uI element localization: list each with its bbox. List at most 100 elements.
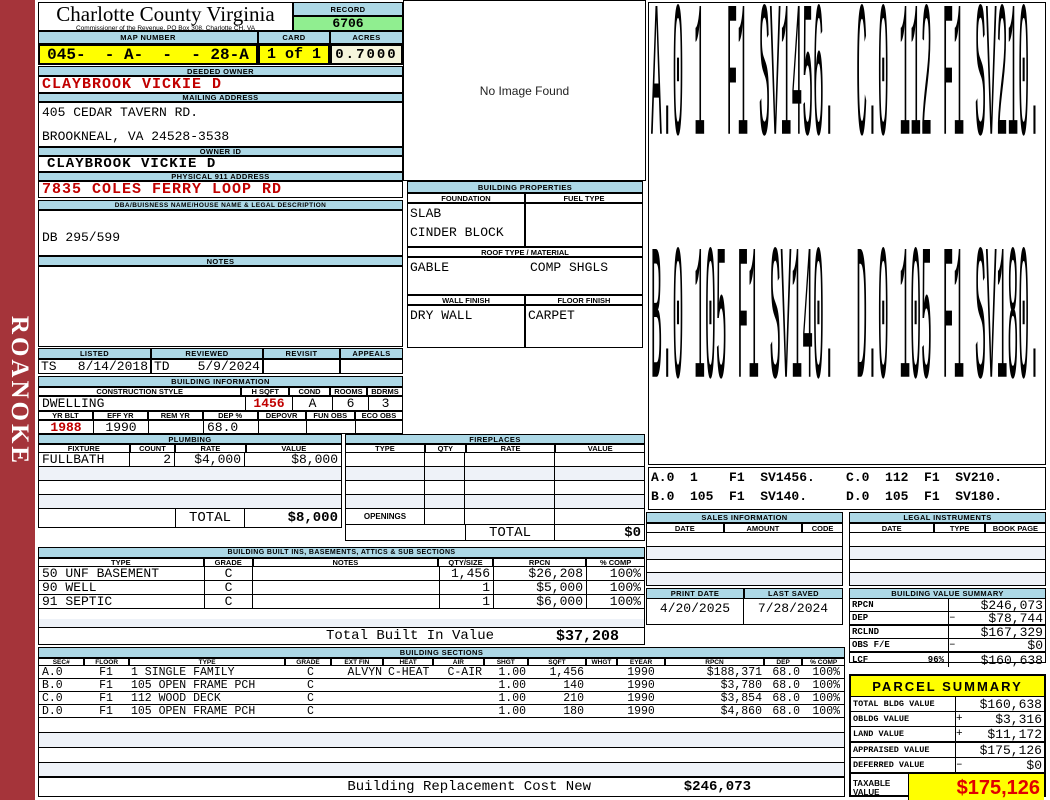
parcel-summary-title: PARCEL SUMMARY xyxy=(851,676,1044,697)
parcel-value: $11,172 xyxy=(987,726,1042,742)
card-value: 1 of 1 xyxy=(258,44,330,65)
bs-h-dep: DEP xyxy=(763,658,803,666)
map-number-label: MAP NUMBER xyxy=(38,31,258,44)
bs-eyear: 1990 xyxy=(627,705,655,717)
county-header-box: Charlotte County Virginia Commissioner o… xyxy=(38,2,293,32)
fireplaces-header-qty: QTY xyxy=(424,444,466,453)
taxable-label: TAXABLE VALUE xyxy=(851,774,909,800)
legal-header-date: DATE xyxy=(849,523,935,533)
physical-address-label: PHYSICAL 911 ADDRESS xyxy=(38,172,403,181)
bs-heat: C-HEAT xyxy=(388,666,430,678)
bvs-label: RCLND xyxy=(852,627,880,637)
building-info-value-row1: DWELLING 1456 A 6 3 xyxy=(38,396,403,411)
empty-row xyxy=(849,560,1046,573)
fireplaces-total-row: TOTAL $0 xyxy=(345,525,645,541)
mailing-address-line2: BROOKNEAL, VA 24528-3538 xyxy=(42,129,230,144)
fireplaces-total-value: $0 xyxy=(624,525,641,540)
bs-whgt xyxy=(587,666,617,678)
rooms-label: ROOMS xyxy=(329,387,367,396)
reviewed-date: 5/9/2024 xyxy=(197,359,260,374)
bvs-label: OBS F/E xyxy=(852,640,890,650)
listed-by: TS xyxy=(41,359,57,374)
bdrms-value: 3 xyxy=(381,397,390,410)
parcel-row: APPRAISED VALUE $175,126 xyxy=(851,742,1044,758)
bs-h-extfin: EXT FIN xyxy=(330,658,383,666)
built-ins-row: 90 WELL C 1 $5,000 100% xyxy=(38,581,645,595)
legal-headers: DATE TYPE BOOK PAGE xyxy=(849,523,1046,533)
record-value: 6706 xyxy=(293,16,403,31)
empty-row xyxy=(38,481,342,495)
bs-air xyxy=(435,692,485,704)
bs-heat xyxy=(385,679,435,691)
bs-rpcn: $3,780 xyxy=(720,679,762,691)
sales-header-date: DATE xyxy=(646,523,724,533)
revisit-value xyxy=(263,359,340,374)
built-ins-type: 90 WELL xyxy=(39,581,205,594)
plumbing-rate: $4,000 xyxy=(175,453,245,466)
bvs-label: DEP xyxy=(852,613,869,623)
bs-h-comp: % COMP xyxy=(802,658,845,666)
sketch-canvas: A.0 1 F1 SV1456. C.0 112 F1 SV210. B.0 1… xyxy=(648,2,1046,465)
built-ins-total-value: $37,208 xyxy=(555,627,619,645)
building-sections-row: C.0 F1 112 WOOD DECK C 1.00 210 1990 $3,… xyxy=(38,692,845,705)
cond-value: A xyxy=(293,397,333,410)
last-saved-value: 7/28/2024 xyxy=(757,601,829,616)
built-ins-qty: 1 xyxy=(440,581,494,594)
built-ins-qty: 1 xyxy=(440,595,494,608)
fireplaces-total-label: TOTAL xyxy=(465,525,555,540)
bs-h-heat: HEAT xyxy=(382,658,434,666)
wall-finish-value: DRY WALL xyxy=(407,305,525,348)
fireplaces-header-type: TYPE xyxy=(345,444,425,453)
built-ins-notes xyxy=(253,567,440,580)
roof-values: GABLE COMP SHGLS xyxy=(407,257,643,295)
bs-eyear: 1990 xyxy=(627,679,655,691)
bs-extfin xyxy=(333,679,385,691)
bs-eyear: 1990 xyxy=(627,666,655,678)
foundation-line2: CINDER BLOCK xyxy=(410,225,504,240)
bvs-op: – xyxy=(949,612,956,624)
bs-dep: 68.0 xyxy=(772,705,800,717)
yr-blt-label: YR BLT xyxy=(38,411,93,420)
bvs-label: RPCN xyxy=(852,600,874,610)
construction-style-label: CONSTRUCTION STYLE xyxy=(38,387,242,396)
building-sections-footer: Building Replacement Cost New $246,073 xyxy=(38,777,845,797)
building-sections-headers: SEC# FLOOR TYPE GRADE EXT FIN HEAT AIR S… xyxy=(38,658,845,666)
revisit-label: REVISIT xyxy=(263,348,340,359)
built-ins-grade: C xyxy=(205,595,253,608)
bs-rpcn: $4,860 xyxy=(720,705,762,717)
county-title: Charlotte County Virginia xyxy=(56,2,275,26)
building-sections-row: A.0 F1 1 SINGLE FAMILY C ALVYN C-HEAT C-… xyxy=(38,666,845,679)
plumbing-total-value: $8,000 xyxy=(287,510,338,526)
fireplaces-title: FIREPLACES xyxy=(345,434,645,444)
empty-row xyxy=(38,718,845,733)
bs-sqft: 1,456 xyxy=(549,666,584,678)
taxable-value: $175,126 xyxy=(909,774,1044,800)
floor-finish-label: FLOOR FINISH xyxy=(525,295,643,305)
built-ins-header-type: TYPE xyxy=(38,558,204,567)
bvs-op: – xyxy=(949,639,956,651)
dba-label: DBA/BUISNESS NAME/HOUSE NAME & LEGAL DES… xyxy=(38,200,403,210)
sales-title: SALES INFORMATION xyxy=(646,512,843,523)
built-ins-type: 91 SEPTIC xyxy=(39,595,205,608)
built-ins-comp: 100% xyxy=(609,595,641,608)
bs-floor: F1 xyxy=(99,666,113,678)
mailing-address-label: MAILING ADDRESS xyxy=(38,93,403,102)
bs-extfin xyxy=(333,705,385,717)
bvs-row: OBS F/E – $0 xyxy=(850,638,1045,653)
built-ins-header-comp: % COMP xyxy=(586,558,645,567)
bs-shgt: 1.00 xyxy=(498,692,526,704)
bvs-pct: 96% xyxy=(927,655,944,665)
bs-whgt xyxy=(587,679,617,691)
bs-h-type: TYPE xyxy=(128,658,286,666)
empty-row xyxy=(345,453,645,467)
bs-h-shgt: SHGT xyxy=(483,658,528,666)
plumbing-header-value: VALUE xyxy=(245,444,342,453)
acres-label: ACRES xyxy=(330,31,403,44)
parcel-op: + xyxy=(956,728,963,740)
eff-yr-value: 1990 xyxy=(94,421,149,433)
bs-dep: 68.0 xyxy=(772,666,800,678)
built-ins-grade: C xyxy=(205,581,253,594)
parcel-value: $3,316 xyxy=(995,711,1042,727)
bs-grade: C xyxy=(307,692,314,704)
finish-headers: WALL FINISH FLOOR FINISH xyxy=(407,295,643,305)
